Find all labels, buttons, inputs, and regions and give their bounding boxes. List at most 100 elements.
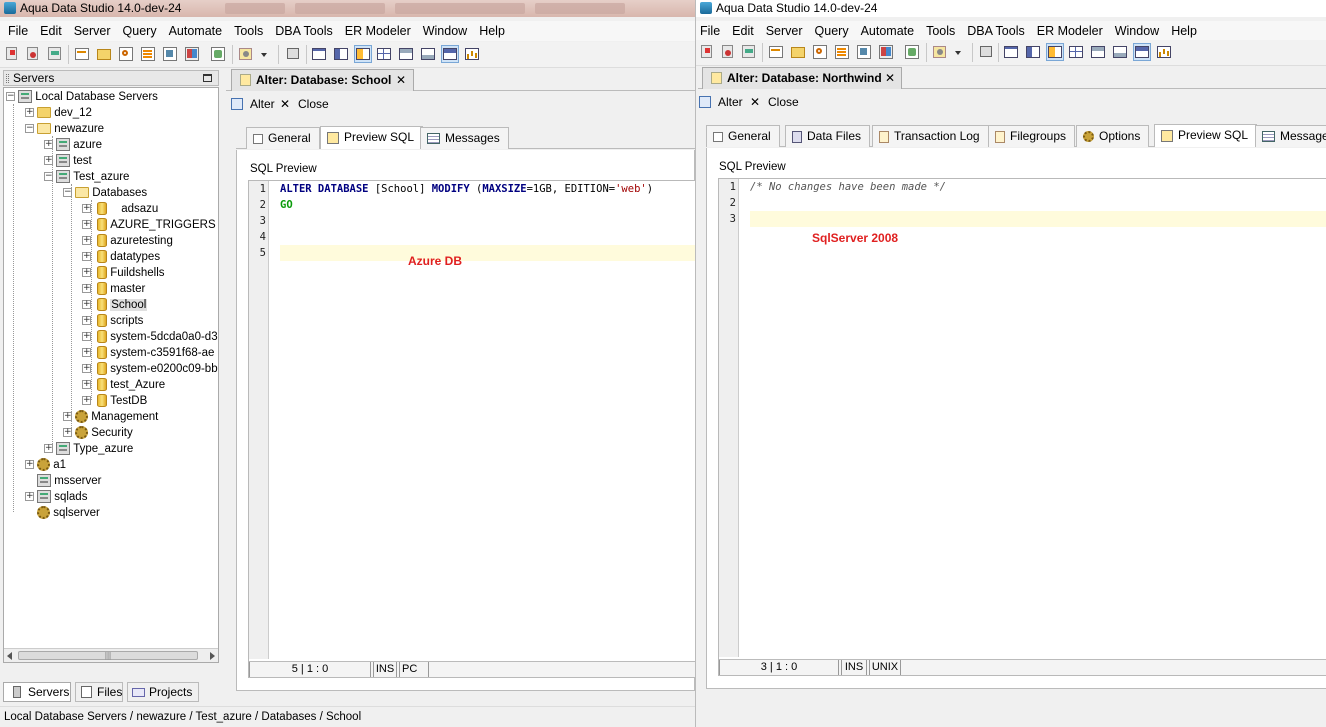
tree-db-item-selected[interactable]: + School [82,297,148,313]
menu-query[interactable]: Query [117,21,163,41]
expand-toggle[interactable]: + [82,332,91,342]
tree-db-item[interactable]: + azuretesting [82,233,173,249]
expand-toggle[interactable]: + [25,492,34,502]
tab-messages[interactable]: Messages [420,127,509,149]
menu-dba-tools[interactable]: DBA Tools [269,21,338,41]
expand-toggle[interactable]: + [82,204,91,214]
tree-db-item[interactable]: + scripts [82,313,143,329]
layout-4-icon[interactable] [376,46,392,62]
menu-edit[interactable]: Edit [726,21,760,41]
tree-node-test-azure[interactable]: − Test_azure [44,169,129,185]
tab-general[interactable]: General [706,125,780,147]
menu-help[interactable]: Help [1165,21,1203,41]
schema-script-icon[interactable] [140,46,156,62]
layout-5-icon[interactable] [398,46,414,62]
layout-6-icon[interactable] [1112,44,1128,60]
close-button[interactable]: ✕ Close [280,95,329,113]
script-manager-icon[interactable] [238,46,254,62]
alter-button[interactable]: Alter [698,93,743,111]
compare-icon[interactable] [856,44,872,60]
query-window-icon[interactable] [74,46,90,62]
query-analyzer-icon[interactable] [812,44,828,60]
diff-icon[interactable] [878,44,894,60]
expand-toggle[interactable]: + [82,364,91,374]
menu-window[interactable]: Window [417,21,473,41]
layout-1-icon[interactable] [1003,44,1019,60]
menu-help[interactable]: Help [473,21,511,41]
tree-node-sqlads[interactable]: + sqlads [25,489,87,505]
print-icon[interactable] [978,44,994,60]
expand-toggle[interactable]: + [82,236,91,246]
tree-db-item[interactable]: + system-e0200c09-bb [82,361,218,377]
tree-db-item[interactable]: + system-c3591f68-ae [82,345,214,361]
close-tab-icon[interactable]: ✕ [885,68,895,88]
sql-editor[interactable]: 1 2 3 4 5 ALTER DATABASE [School] MODIFY… [248,180,695,678]
expand-toggle[interactable]: + [82,268,91,278]
expand-toggle[interactable]: + [63,428,72,438]
expand-toggle[interactable]: + [44,140,53,150]
layout-5-icon[interactable] [1090,44,1106,60]
tree-node-sqlserver[interactable]: sqlserver [25,505,100,521]
scroll-thumb[interactable]: ||| [18,651,198,660]
open-file-icon[interactable] [96,46,112,62]
tree-node-type-azure[interactable]: + Type_azure [44,441,133,457]
tree-node-azure[interactable]: + azure [44,137,102,153]
server-properties-icon[interactable] [47,46,63,62]
layout-4-icon[interactable] [1068,44,1084,60]
menu-er-modeler[interactable]: ER Modeler [339,21,417,41]
tab-options[interactable]: Options [1076,125,1150,147]
tree-db-item[interactable]: + Fuildshells [82,265,165,281]
layout-2-icon[interactable] [1025,44,1041,60]
sql-editor[interactable]: 1 2 3 /* No changes have been made */ Sq… [718,178,1326,676]
tree-node-test[interactable]: + test [44,153,92,169]
alter-button[interactable]: Alter [230,95,275,113]
layout-8-icon[interactable] [1156,44,1172,60]
tab-servers[interactable]: Servers [3,682,71,702]
restore-panel-icon[interactable] [203,74,212,82]
menu-automate[interactable]: Automate [855,21,921,41]
expand-toggle[interactable]: + [82,220,91,230]
tree-node-newazure[interactable]: − newazure [25,121,104,137]
tree-node-a1[interactable]: + a1 [25,457,66,473]
layout-8-icon[interactable] [464,46,480,62]
tree-node-msserver[interactable]: msserver [25,473,101,489]
menu-query[interactable]: Query [809,21,855,41]
tab-filegroups[interactable]: Filegroups [988,125,1076,147]
tree-db-item[interactable]: + system-5dcda0a0-d3 [82,329,218,345]
database-icon[interactable] [904,44,920,60]
dropdown-arrow-icon[interactable] [258,46,270,62]
tree-node-dev-12[interactable]: + dev_12 [25,105,92,121]
tree-node-management[interactable]: + Management [63,409,158,425]
tree-root-local-servers[interactable]: − Local Database Servers [6,89,158,105]
expand-toggle[interactable]: + [63,412,72,422]
expand-toggle[interactable]: + [82,380,91,390]
query-analyzer-icon[interactable] [118,46,134,62]
expand-toggle[interactable]: + [82,396,91,406]
tab-projects[interactable]: Projects [127,682,199,702]
scroll-left-icon[interactable] [7,652,12,660]
menu-window[interactable]: Window [1109,21,1165,41]
menu-tools[interactable]: Tools [228,21,269,41]
expand-toggle[interactable]: + [82,284,91,294]
collapse-toggle[interactable]: − [63,188,72,198]
layout-7-icon[interactable] [1133,43,1151,61]
tree-node-databases[interactable]: − Databases [63,185,147,201]
schema-script-icon[interactable] [834,44,850,60]
menu-automate[interactable]: Automate [163,21,229,41]
tree-db-item[interactable]: + TestDB [82,393,147,409]
new-server-icon[interactable] [4,46,20,62]
tree-horizontal-scrollbar[interactable]: ||| [4,648,218,662]
menu-dba-tools[interactable]: DBA Tools [961,21,1030,41]
menu-edit[interactable]: Edit [34,21,68,41]
tree-db-item[interactable]: + AZURE_TRIGGERS [82,217,216,233]
layout-3-icon[interactable] [354,45,372,63]
menu-er-modeler[interactable]: ER Modeler [1031,21,1109,41]
tab-data-files[interactable]: Data Files [785,125,871,147]
menu-server[interactable]: Server [760,21,809,41]
layout-2-icon[interactable] [333,46,349,62]
tab-preview-sql[interactable]: Preview SQL [1154,124,1258,147]
tab-general[interactable]: General [246,127,320,149]
collapse-toggle[interactable]: − [25,124,34,134]
scroll-right-icon[interactable] [210,652,215,660]
print-icon[interactable] [285,46,301,62]
